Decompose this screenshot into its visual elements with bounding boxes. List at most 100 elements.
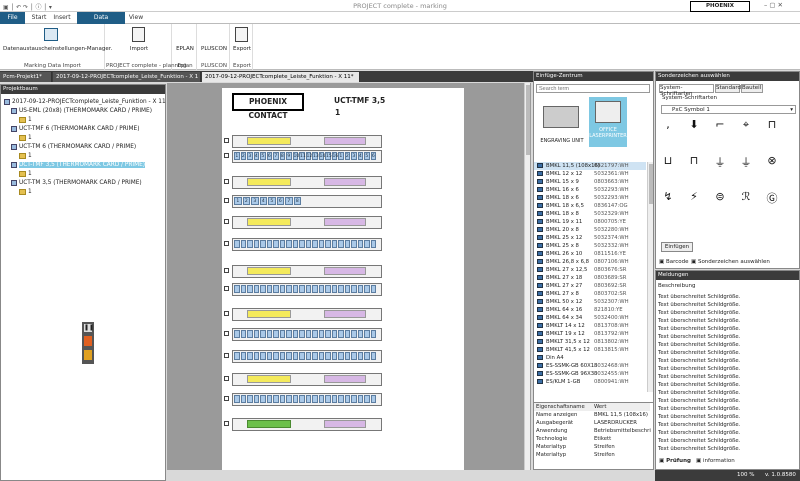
marker-cell[interactable] [279, 352, 286, 360]
record-icon[interactable] [84, 350, 92, 360]
strip-handle[interactable] [224, 376, 229, 381]
list-item[interactable]: BMKL 20 x 8 5032280:WH [534, 226, 646, 234]
yellow-label[interactable] [247, 178, 291, 186]
yellow-label[interactable] [247, 137, 291, 145]
marker-cell[interactable]: 14 [318, 152, 325, 160]
message-row[interactable]: Text überschreitet Schildgröße. [658, 405, 740, 413]
strip-handle[interactable] [224, 138, 229, 143]
tab-file[interactable]: File [0, 12, 25, 24]
list-item[interactable]: BMKL 18 x 6 5032293:WH [534, 194, 646, 202]
symbol-cell[interactable]: ↯ [661, 190, 675, 203]
doc-tab-x1[interactable]: 2017-09-12-PROJECTcomplete_Leiste_Funkti… [53, 72, 201, 82]
marker-cell[interactable] [273, 285, 279, 293]
message-row[interactable]: Text überschreitet Schildgröße. [658, 293, 740, 301]
search-input[interactable] [536, 84, 650, 93]
btn-datenaustausch[interactable]: Datenaustauscheinstellungen-Manager. [3, 46, 112, 52]
list-item[interactable]: BMKL 50 x 12 5032307:WH [534, 298, 646, 306]
stop-icon[interactable] [84, 336, 92, 346]
list-item[interactable]: BMKL 19 x 11 0800705:YE [534, 218, 646, 226]
marker-cell[interactable] [331, 352, 338, 360]
marker-cell[interactable] [253, 240, 260, 248]
marker-cell[interactable]: 10 [292, 152, 299, 160]
symbol-cell[interactable]: ⚡ [687, 190, 701, 203]
marker-cell[interactable] [247, 285, 253, 293]
message-row[interactable]: Text überschreitet Schildgröße. [658, 437, 740, 445]
message-row[interactable]: Text überschreitet Schildgröße. [658, 317, 740, 325]
marker-cell[interactable]: 3 [247, 152, 253, 160]
btn-export[interactable]: Export [231, 46, 253, 52]
marker-cell[interactable] [351, 330, 357, 338]
marker-cell[interactable]: 2 [242, 197, 251, 205]
list-item[interactable]: BMKL 26 x 10 0811516:YE [534, 250, 646, 258]
marker-cell[interactable] [338, 330, 344, 338]
marker-cell[interactable] [279, 240, 286, 248]
list-item[interactable]: BMKLT 31,5 x 12 0813802:WH [534, 338, 646, 346]
marker-cell[interactable] [344, 240, 351, 248]
marker-cell[interactable] [370, 285, 377, 293]
purple-label[interactable] [324, 137, 366, 145]
marker-cell[interactable]: 4 [357, 152, 364, 160]
doc-tab-x11[interactable]: 2017-09-12-PROJECTcomplete_Leiste_Funkti… [202, 72, 360, 82]
symbol-cell[interactable]: ⊓ [687, 154, 701, 167]
marker-cell[interactable] [351, 285, 357, 293]
marker-cell[interactable] [260, 395, 266, 403]
marker-cell[interactable]: 4 [259, 197, 268, 205]
marker-cell[interactable] [266, 240, 273, 248]
marker-cell[interactable] [305, 330, 312, 338]
strip-handle[interactable] [224, 268, 229, 273]
marker-cell[interactable] [260, 240, 266, 248]
marker-cell[interactable] [318, 352, 325, 360]
marker-cell[interactable] [364, 352, 370, 360]
list-item[interactable]: BMKL 26,8 x 6,8 0807106:WH [534, 258, 646, 266]
marker-cell[interactable] [331, 395, 338, 403]
tab-information[interactable]: ▣ information [696, 458, 735, 464]
btn-pluscon[interactable]: PLUSCON [198, 46, 230, 52]
marker-cell[interactable] [305, 352, 312, 360]
marker-cell[interactable]: 1 [234, 197, 242, 205]
marker-cell[interactable] [357, 285, 364, 293]
marker-cell[interactable]: 5 [260, 152, 266, 160]
strip-handle[interactable] [224, 421, 229, 426]
list-item[interactable]: BMKL 27 x 18 0803689:SR [534, 274, 646, 282]
list-item[interactable]: BMKL 27 x 27 0803692:SR [534, 282, 646, 290]
marker-cell[interactable]: 13 [312, 152, 319, 160]
message-row[interactable]: Text überschreitet Schildgröße. [658, 357, 740, 365]
marker-cell[interactable] [266, 395, 273, 403]
marker-cell[interactable] [364, 285, 370, 293]
list-item[interactable]: BMKL 64 x 34 5032400:WH [534, 314, 646, 322]
marker-cell[interactable] [331, 285, 338, 293]
marker-cell[interactable] [318, 330, 325, 338]
marker-cell[interactable] [338, 352, 344, 360]
list-item[interactable]: BMKL 12 x 12 5032361:WH [534, 170, 646, 178]
marker-cell[interactable]: 5 [364, 152, 370, 160]
marker-cell[interactable] [331, 330, 338, 338]
tab-insert[interactable]: Insert [52, 12, 72, 24]
marker-cell[interactable] [292, 240, 299, 248]
marker-cell[interactable]: 11 [299, 152, 306, 160]
message-row[interactable]: Text überschreitet Schildgröße. [658, 333, 740, 341]
tab-data-interchange[interactable]: Data Interchange [77, 12, 125, 33]
tab-view[interactable]: View [127, 12, 145, 24]
marker-cell[interactable]: 12 [305, 152, 312, 160]
device-laser[interactable]: OFFICE LASERPRINTER [589, 97, 627, 147]
list-item[interactable]: BMKL 25 x 8 5032332:WH [534, 242, 646, 250]
marker-cell[interactable] [312, 395, 318, 403]
message-row[interactable]: Text überschreitet Schildgröße. [658, 445, 740, 453]
marker-cell[interactable] [370, 330, 377, 338]
marker-cell[interactable]: 1 [234, 152, 240, 160]
marker-cell[interactable] [357, 395, 364, 403]
list-item[interactable]: ES-SSMK-GB 60X18 5032468:WH [534, 362, 646, 370]
marker-cell[interactable] [370, 395, 377, 403]
list-scrollbar[interactable] [647, 162, 653, 392]
marker-cell[interactable] [247, 395, 253, 403]
tab-system-fonts[interactable]: System-Schriftarten [659, 84, 714, 97]
marker-cell[interactable]: 6 [370, 152, 377, 160]
font-select[interactable]: PxC Symbol 1 ▾ [661, 105, 796, 114]
strip-handle[interactable] [224, 153, 229, 158]
data-exchange-icon[interactable] [44, 28, 58, 41]
marker-cell[interactable] [318, 395, 325, 403]
export-icon[interactable] [235, 27, 248, 42]
pause-icon[interactable]: ❚❚ [84, 324, 94, 332]
marker-cell[interactable] [364, 240, 370, 248]
message-row[interactable]: Text überschreitet Schildgröße. [658, 301, 740, 309]
